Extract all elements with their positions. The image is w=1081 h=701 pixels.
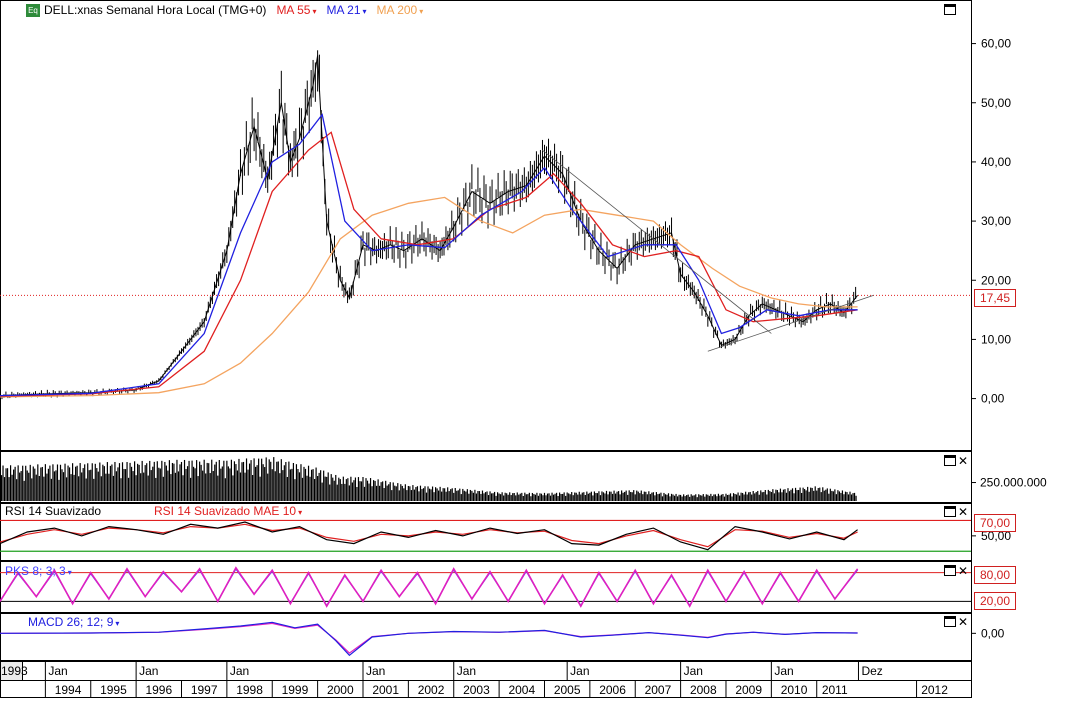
year-label: 2003 [463, 683, 490, 697]
year-label: 1997 [191, 683, 218, 697]
year-label: 2010 [781, 683, 808, 697]
time-axis-month-label: Jan [139, 664, 158, 678]
pane-frame-pks [0, 561, 972, 613]
chart-header: DELL:xnas Semanal Hora Local (TMG+0) MA … [26, 2, 423, 18]
year-label: 1996 [145, 683, 172, 697]
pane-frame-macd [0, 613, 972, 661]
rsi-level-tag: 70,00 [974, 514, 1016, 532]
chevron-down-icon: ▾ [362, 7, 367, 16]
year-label: 2002 [418, 683, 445, 697]
price-axis-tick-label: 30,00 [981, 214, 1011, 228]
macd-line [0, 621, 858, 657]
close-volume-pane-icon[interactable]: ✕ [958, 455, 968, 467]
chevron-down-icon: ▾ [115, 619, 120, 628]
rsi-ma-legend[interactable]: RSI 14 Suavizado MAE 10 ▾ [154, 504, 302, 518]
year-label: 1994 [55, 683, 82, 697]
time-axis-month-label: Jan [48, 664, 67, 678]
maximize-pks-pane-button[interactable] [944, 565, 956, 576]
year-label: 1995 [100, 683, 127, 697]
pks-k-line [0, 566, 859, 608]
price-axis-tick-label: 60,00 [981, 37, 1011, 51]
maximize-macd-pane-button[interactable] [944, 616, 956, 627]
year-label: 2000 [327, 683, 354, 697]
year-label: 1998 [236, 683, 263, 697]
year-label: 2011 [822, 683, 848, 697]
last-price-tag: 17,45 [974, 289, 1016, 307]
time-axis-month-label: Jan [230, 664, 249, 678]
pks-high-tag: 80,00 [974, 566, 1016, 584]
pane-frame-price [0, 0, 972, 451]
year-label: 2012 [921, 683, 948, 697]
pks-d-line [0, 567, 859, 607]
macd-axis-tick-label: 0,00 [981, 626, 1005, 640]
price-axis-tick-label: 40,00 [981, 155, 1011, 169]
ma55-legend[interactable]: MA 55 ▾ [276, 3, 316, 17]
time-axis-start-label: 1993 [1, 664, 28, 678]
chevron-down-icon: ▾ [67, 568, 72, 577]
time-axis-month-label: Dez [861, 664, 882, 678]
chevron-down-icon: ▾ [312, 7, 317, 16]
rsi-legend[interactable]: RSI 14 Suavizado [5, 504, 101, 518]
ma200-line [0, 196, 858, 398]
rsi-ma-line [0, 523, 858, 548]
chart-canvas: 60,00 50,00 40,00 30,00 20,00 10,00 0,00 250.00… [0, 0, 1047, 698]
ma21-legend[interactable]: MA 21 ▾ [326, 3, 366, 17]
year-label: 2007 [645, 683, 672, 697]
ma21-line [0, 113, 858, 397]
year-label: 2009 [735, 683, 762, 697]
macd-legend[interactable]: MACD 26; 12; 9 ▾ [28, 615, 119, 629]
symbol-title[interactable]: DELL:xnas Semanal Hora Local (TMG+0) [44, 3, 266, 17]
ma200-legend[interactable]: MA 200 ▾ [377, 3, 424, 17]
time-axis-month-label: Jan [366, 664, 385, 678]
maximize-volume-pane-button[interactable] [944, 455, 956, 466]
macd-signal-line [0, 622, 858, 654]
close-macd-pane-icon[interactable]: ✕ [958, 616, 968, 628]
year-label: 2006 [599, 683, 626, 697]
year-label: 2004 [508, 683, 535, 697]
trendline-1 [707, 294, 874, 352]
price-axis-tick-label: 10,00 [981, 332, 1011, 346]
volume-axis-tick-label: 250.000.000 [980, 476, 1047, 490]
time-axis-month-label: Jan [457, 664, 476, 678]
year-label: 1999 [282, 683, 309, 697]
chevron-down-icon: ▾ [419, 7, 424, 16]
time-axis-month-label: Jan [684, 664, 703, 678]
rsi-line [0, 521, 858, 551]
ma55-line [0, 131, 858, 397]
chart-workspace: 60,00 50,00 40,00 30,00 20,00 10,00 0,00 250.00… [0, 0, 1081, 698]
year-label: 2008 [690, 683, 717, 697]
year-label: 2001 [372, 683, 399, 697]
maximize-rsi-pane-button[interactable] [944, 506, 956, 517]
time-axis-month-label: Jan [774, 664, 793, 678]
price-axis-tick-label: 0,00 [981, 392, 1005, 406]
maximize-price-pane-button[interactable] [944, 4, 956, 15]
price-axis-tick-label: 20,00 [981, 273, 1011, 287]
year-label: 2005 [554, 683, 581, 697]
chevron-down-icon: ▾ [298, 508, 303, 517]
time-axis-month-label: Jan [570, 664, 589, 678]
price-axis-tick-label: 50,00 [981, 96, 1011, 110]
pks-legend[interactable]: PKS 8; 3; 3 ▾ [5, 564, 72, 578]
close-pks-pane-icon[interactable]: ✕ [958, 565, 968, 577]
pks-low-tag: 20,00 [974, 592, 1016, 610]
trendline-0 [541, 149, 772, 334]
close-rsi-pane-icon[interactable]: ✕ [958, 506, 968, 518]
